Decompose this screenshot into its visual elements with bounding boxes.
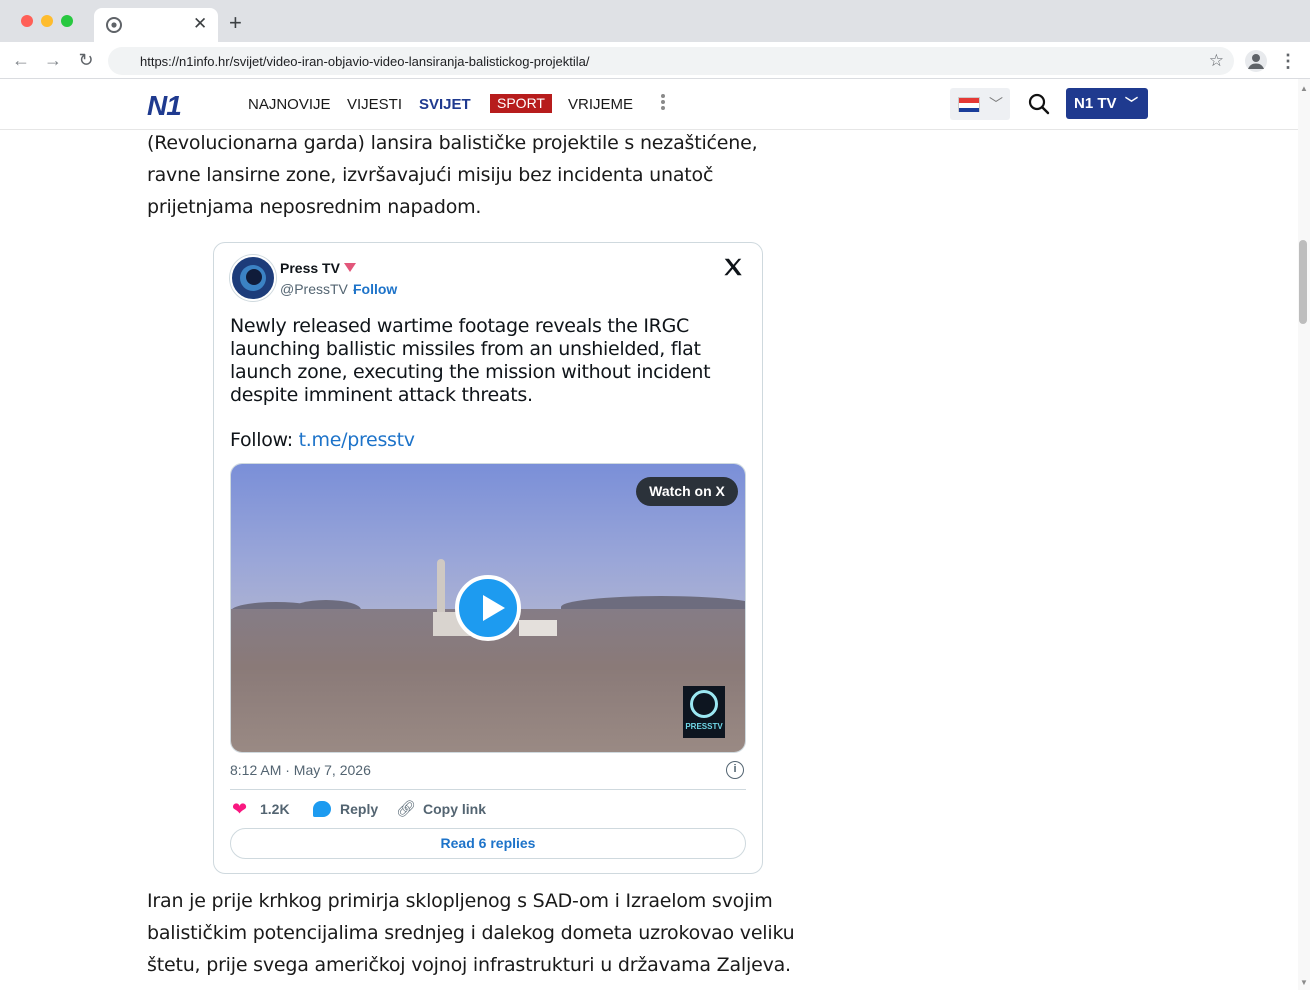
info-icon[interactable]: i xyxy=(726,761,744,779)
reply-button[interactable]: Reply xyxy=(340,801,378,817)
scroll-up-arrow-icon[interactable]: ▲ xyxy=(1300,84,1308,93)
window-minimize-button[interactable] xyxy=(41,15,53,27)
play-button[interactable] xyxy=(455,575,521,641)
nav-more-icon[interactable] xyxy=(659,92,667,116)
browser-tab-bar: ✕ + xyxy=(0,0,1310,42)
scrollbar-thumb[interactable] xyxy=(1299,240,1307,324)
tweet-author-handle[interactable]: @PressTV · xyxy=(280,281,356,297)
tweet-text: Newly released wartime footage reveals t… xyxy=(230,315,711,406)
nav-svijet[interactable]: SVIJET xyxy=(419,96,471,113)
video-truck xyxy=(519,620,557,636)
tweet-follow-line: Follow: t.me/presstv xyxy=(230,429,415,451)
croatia-flag-icon xyxy=(958,97,980,112)
browser-toolbar: ← → ↻ https://n1info.hr/svijet/video-ira… xyxy=(0,42,1310,79)
n1-tv-label: N1 TV xyxy=(1074,95,1117,112)
tweet-timestamp[interactable]: 8:12 AM · May 7, 2026 xyxy=(230,762,371,778)
scrollbar-track[interactable] xyxy=(1298,79,1310,990)
browser-tab[interactable]: ✕ xyxy=(94,8,218,42)
play-icon xyxy=(483,595,505,621)
window-close-button[interactable] xyxy=(21,15,33,27)
star-icon[interactable]: ☆ xyxy=(1209,51,1224,71)
scroll-down-arrow-icon[interactable]: ▼ xyxy=(1300,978,1308,987)
tweet-follow-link[interactable]: Follow xyxy=(353,281,397,297)
heart-icon[interactable]: ❤ xyxy=(232,800,247,818)
forward-arrow-icon[interactable]: → xyxy=(43,51,63,71)
nav-sport[interactable]: SPORT xyxy=(490,94,552,113)
n1-tv-button[interactable]: N1 TV ﹀ xyxy=(1066,88,1148,119)
like-count[interactable]: 1.2K xyxy=(260,801,290,817)
browser-menu-icon[interactable]: ⋮ xyxy=(1279,50,1297,72)
address-bar[interactable]: https://n1info.hr/svijet/video-iran-obja… xyxy=(108,47,1234,75)
tweet-divider xyxy=(230,789,746,790)
nav-najnovije[interactable]: NAJNOVIJE xyxy=(248,96,331,113)
watch-on-x-button[interactable]: Watch on X xyxy=(636,477,738,506)
nav-vrijeme[interactable]: VRIJEME xyxy=(568,96,633,113)
presstv-watermark: PRESSTV xyxy=(683,686,725,738)
embedded-tweet: Press TV @PressTV · Follow Newly release… xyxy=(213,242,763,874)
verified-badge-icon xyxy=(344,263,356,272)
reload-icon[interactable]: ↻ xyxy=(76,51,96,71)
n1-logo[interactable]: N1 xyxy=(147,90,182,122)
link-icon[interactable]: 🔗︎ xyxy=(396,799,416,819)
nav-vijesti[interactable]: VIJESTI xyxy=(347,96,402,113)
address-bar-url[interactable]: https://n1info.hr/svijet/video-iran-obja… xyxy=(140,54,589,69)
chrome-favicon-icon xyxy=(106,17,122,33)
new-tab-button[interactable]: + xyxy=(229,11,242,35)
copy-link-button[interactable]: Copy link xyxy=(423,801,486,817)
telegram-link[interactable]: t.me/presstv xyxy=(299,429,415,451)
profile-avatar-icon[interactable] xyxy=(1245,50,1267,72)
chevron-down-icon: ﹀ xyxy=(989,96,1003,112)
article-paragraph: (Revolucionarna garda) lansira balističk… xyxy=(147,132,758,218)
tweet-video[interactable]: Watch on X PRESSTV xyxy=(230,463,746,753)
tab-close-icon[interactable]: ✕ xyxy=(193,13,207,35)
tweet-author-name[interactable]: Press TV xyxy=(280,260,340,276)
back-arrow-icon[interactable]: ← xyxy=(11,51,31,71)
window-maximize-button[interactable] xyxy=(61,15,73,27)
presstv-avatar[interactable] xyxy=(230,255,276,301)
x-logo-icon[interactable] xyxy=(722,256,744,283)
language-selector[interactable]: ﹀ xyxy=(950,88,1010,120)
read-replies-button[interactable]: Read 6 replies xyxy=(230,828,746,859)
chevron-down-icon: ﹀ xyxy=(1124,96,1138,111)
article-paragraph: Iran je prije krhkog primirja sklopljeno… xyxy=(147,890,795,976)
reply-bubble-icon[interactable] xyxy=(313,801,331,817)
site-header: N1 NAJNOVIJE VIJESTI SVIJET SPORT VRIJEM… xyxy=(0,79,1298,130)
search-icon[interactable] xyxy=(1027,92,1051,116)
